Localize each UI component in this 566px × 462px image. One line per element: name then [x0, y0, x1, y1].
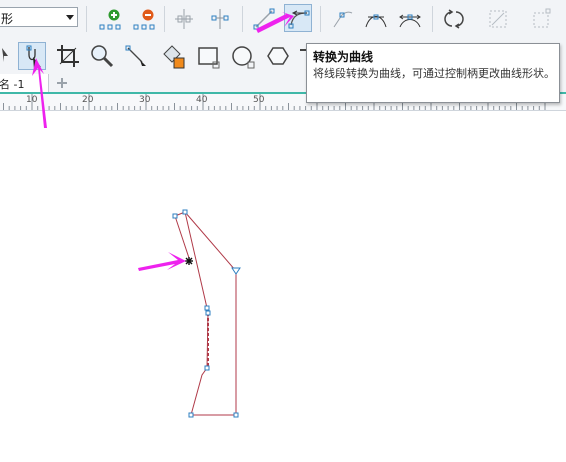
ruler-label: 50 — [253, 95, 265, 105]
tooltip-description: 将线段转换为曲线，可通过控制柄更改曲线形状。 — [313, 67, 555, 80]
path-node[interactable] — [204, 305, 210, 311]
crosshair-cursor-icon — [185, 257, 193, 265]
ruler-label: 40 — [196, 95, 208, 105]
pick-tool-icon[interactable] — [0, 42, 14, 70]
add-node-icon[interactable] — [96, 5, 124, 33]
reverse-direction-icon[interactable] — [440, 5, 468, 33]
tooltip: 转换为曲线 将线段转换为曲线，可通过控制柄更改曲线形状。 — [306, 43, 560, 103]
pointer-arrow-icon — [138, 252, 186, 271]
polygon-tool-icon[interactable] — [264, 42, 292, 70]
shape-dropdown-value: 形 — [1, 12, 14, 26]
smart-fill-icon[interactable] — [158, 42, 186, 70]
crop-tool-icon[interactable] — [54, 42, 82, 70]
to-curve-icon[interactable] — [284, 4, 312, 32]
ruler-label: 10 — [26, 95, 38, 105]
symmetric-node-icon[interactable] — [396, 5, 424, 33]
elastic-mode-icon[interactable] — [528, 5, 556, 33]
drawing-canvas[interactable] — [0, 111, 566, 462]
rectangle-tool-icon[interactable] — [194, 42, 222, 70]
path-node[interactable] — [205, 310, 211, 316]
path-node[interactable] — [182, 209, 188, 215]
smooth-node-icon[interactable] — [362, 5, 390, 33]
cusp-node-icon[interactable] — [328, 5, 356, 33]
join-nodes-icon[interactable] — [170, 5, 198, 33]
separator — [164, 6, 165, 32]
path-node[interactable] — [188, 412, 194, 418]
ruler-label: 30 — [139, 95, 151, 105]
delete-node-icon[interactable] — [130, 5, 158, 33]
break-curve-icon[interactable] — [206, 5, 234, 33]
extract-subpath-icon[interactable] — [484, 5, 512, 33]
freehand-tool-icon[interactable] — [122, 42, 150, 70]
separator — [320, 6, 321, 32]
ruler-label: 20 — [82, 95, 94, 105]
ellipse-tool-icon[interactable] — [228, 42, 256, 70]
add-document-icon[interactable] — [54, 75, 70, 91]
separator — [86, 6, 87, 32]
separator — [432, 6, 433, 32]
document-tab-label: 命名 -1 — [0, 78, 25, 91]
tooltip-title: 转换为曲线 — [313, 50, 374, 64]
separator — [242, 6, 243, 32]
to-line-icon[interactable] — [250, 5, 278, 33]
shape-dropdown[interactable]: 形 — [0, 7, 78, 27]
chevron-down-icon — [66, 15, 74, 20]
document-tab[interactable]: 命名 -1 — [0, 74, 49, 92]
path-node[interactable] — [172, 213, 178, 219]
path-node[interactable] — [233, 412, 239, 418]
curve-object[interactable] — [0, 111, 566, 462]
property-bar: 形 — [0, 0, 566, 39]
shape-tool-icon[interactable] — [18, 42, 46, 70]
start-node-icon[interactable] — [231, 267, 241, 275]
path-node[interactable] — [204, 365, 210, 371]
zoom-tool-icon[interactable] — [88, 42, 116, 70]
